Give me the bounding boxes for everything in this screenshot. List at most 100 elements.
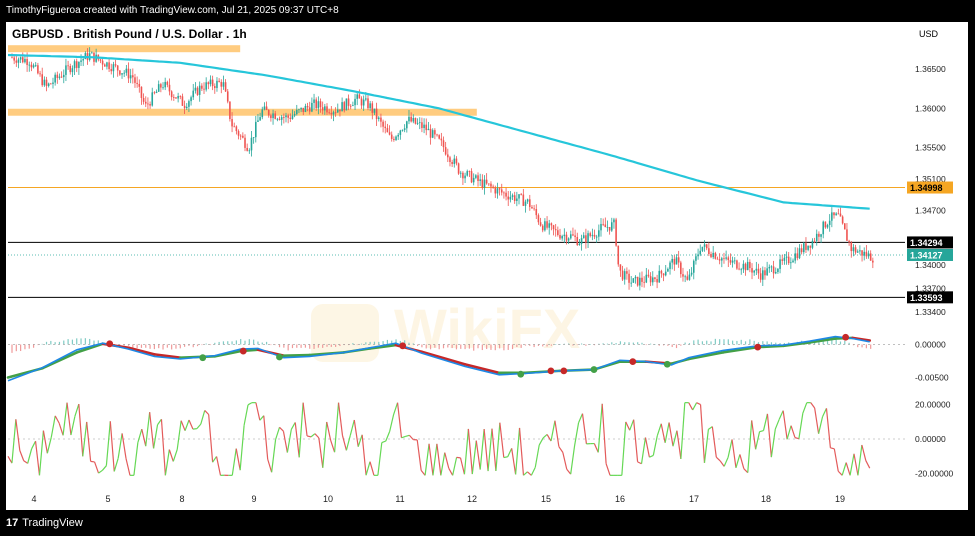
candle-body: [576, 237, 579, 245]
candle-body: [216, 80, 218, 89]
osc-segment: [578, 413, 584, 423]
osc-segment: [145, 412, 151, 447]
macd-hist-bar: [555, 344, 557, 345]
candle-body: [125, 68, 128, 73]
candle-body: [453, 158, 456, 164]
candle-body: [863, 251, 866, 256]
candle-body: [552, 225, 555, 230]
candle-body: [244, 137, 246, 148]
candle-body: [634, 276, 637, 279]
macd-hist-bar: [447, 344, 449, 348]
candle-body: [287, 115, 289, 118]
osc-segment: [294, 422, 300, 458]
footer-brand[interactable]: 17 TradingView: [6, 514, 83, 532]
osc-segment: [125, 458, 131, 476]
candle-body: [595, 236, 598, 238]
candle-body: [321, 107, 324, 111]
candle-body: [352, 105, 354, 106]
macd-hist-bar: [373, 341, 376, 345]
candle-body: [466, 171, 469, 176]
candle-body: [617, 245, 620, 265]
osc-segment: [794, 437, 800, 440]
candle-body: [237, 131, 240, 136]
candle-body: [649, 276, 652, 283]
candle-body: [781, 259, 784, 261]
macd-hist-bar: [291, 344, 294, 349]
signal-segment: [41, 351, 79, 370]
candle-body: [434, 130, 436, 135]
osc-segment: [326, 421, 332, 441]
osc-segment: [527, 471, 532, 476]
osc-segment: [188, 419, 194, 430]
macd-hist-bar: [727, 339, 729, 345]
candle-body: [602, 223, 604, 225]
oscillator-pane[interactable]: 20.00000 0.00000 -20.00000: [7, 399, 954, 479]
osc-segment: [452, 457, 458, 476]
candle-body: [641, 277, 643, 282]
candle-body: [332, 112, 335, 115]
candle-body: [106, 62, 108, 67]
osc-segment: [318, 437, 324, 468]
osc-segment: [428, 443, 434, 476]
candle-body: [328, 112, 330, 114]
macd-hist-bar: [231, 341, 233, 345]
osc-segment: [534, 444, 540, 468]
osc-segment: [113, 458, 119, 472]
candle-body: [610, 222, 613, 231]
candle-body: [313, 99, 315, 103]
time-tick-11: 19: [835, 494, 845, 504]
candle-body: [397, 134, 399, 137]
supply-zone-0: [8, 45, 241, 53]
osc-segment: [168, 449, 174, 462]
candle-body: [578, 243, 581, 245]
candle-body: [418, 122, 421, 124]
candle-body: [427, 128, 430, 131]
candle-body: [386, 128, 389, 133]
osc-segment: [503, 456, 508, 459]
osc-segment: [330, 440, 336, 453]
candle-body: [574, 235, 576, 238]
osc-segment: [491, 428, 497, 472]
macd-hist-bar: [740, 339, 742, 345]
price-pane[interactable]: GBPUSD . British Pound / U.S. Dollar . 1…: [7, 27, 953, 317]
candle-body: [593, 234, 596, 237]
candle-body: [149, 104, 151, 106]
osc-segment: [353, 419, 359, 447]
candle-body: [731, 260, 734, 263]
candle-body: [138, 83, 141, 87]
candle-body: [324, 106, 326, 111]
macd-hist-bar: [732, 340, 734, 345]
candle-body: [285, 115, 287, 118]
candle-body: [727, 257, 730, 261]
osc-segment: [656, 423, 662, 437]
candle-body: [714, 252, 717, 259]
candle-body: [56, 74, 59, 78]
macd-hist-bar: [313, 344, 315, 349]
osc-segment: [396, 402, 403, 438]
osc-segment: [554, 420, 560, 447]
osc-segment: [58, 422, 64, 436]
macd-axis[interactable]: 0.00000 -0.00500: [915, 339, 949, 382]
candle-body: [164, 81, 166, 88]
candle-body: [567, 238, 570, 241]
oscillator-axis[interactable]: 20.00000 0.00000 -20.00000: [915, 399, 954, 478]
osc-segment: [349, 419, 355, 436]
chart-area[interactable]: WikiFX GBPUSD . British Pound / U.S. Dol…: [6, 22, 968, 510]
osc-segment: [660, 423, 666, 443]
macd-hist-bar: [460, 344, 462, 349]
osc-segment: [105, 421, 111, 466]
osc-segment: [50, 415, 56, 438]
candle-body: [289, 117, 292, 119]
osc-segment: [389, 414, 395, 432]
time-axis[interactable]: 4 5 8 9 10 11 12 15 16 17 18 19: [31, 494, 845, 504]
macd-hist-bar: [736, 340, 738, 345]
candle-body: [436, 134, 438, 136]
osc-segment: [393, 402, 399, 415]
candle-body: [399, 130, 402, 135]
osc-segment: [23, 460, 29, 464]
candle-body: [695, 256, 697, 261]
chart-svg[interactable]: WikiFX GBPUSD . British Pound / U.S. Dol…: [6, 22, 968, 510]
macd-hist-bar: [645, 344, 647, 346]
candle-body: [682, 274, 684, 277]
candle-body: [813, 240, 816, 242]
